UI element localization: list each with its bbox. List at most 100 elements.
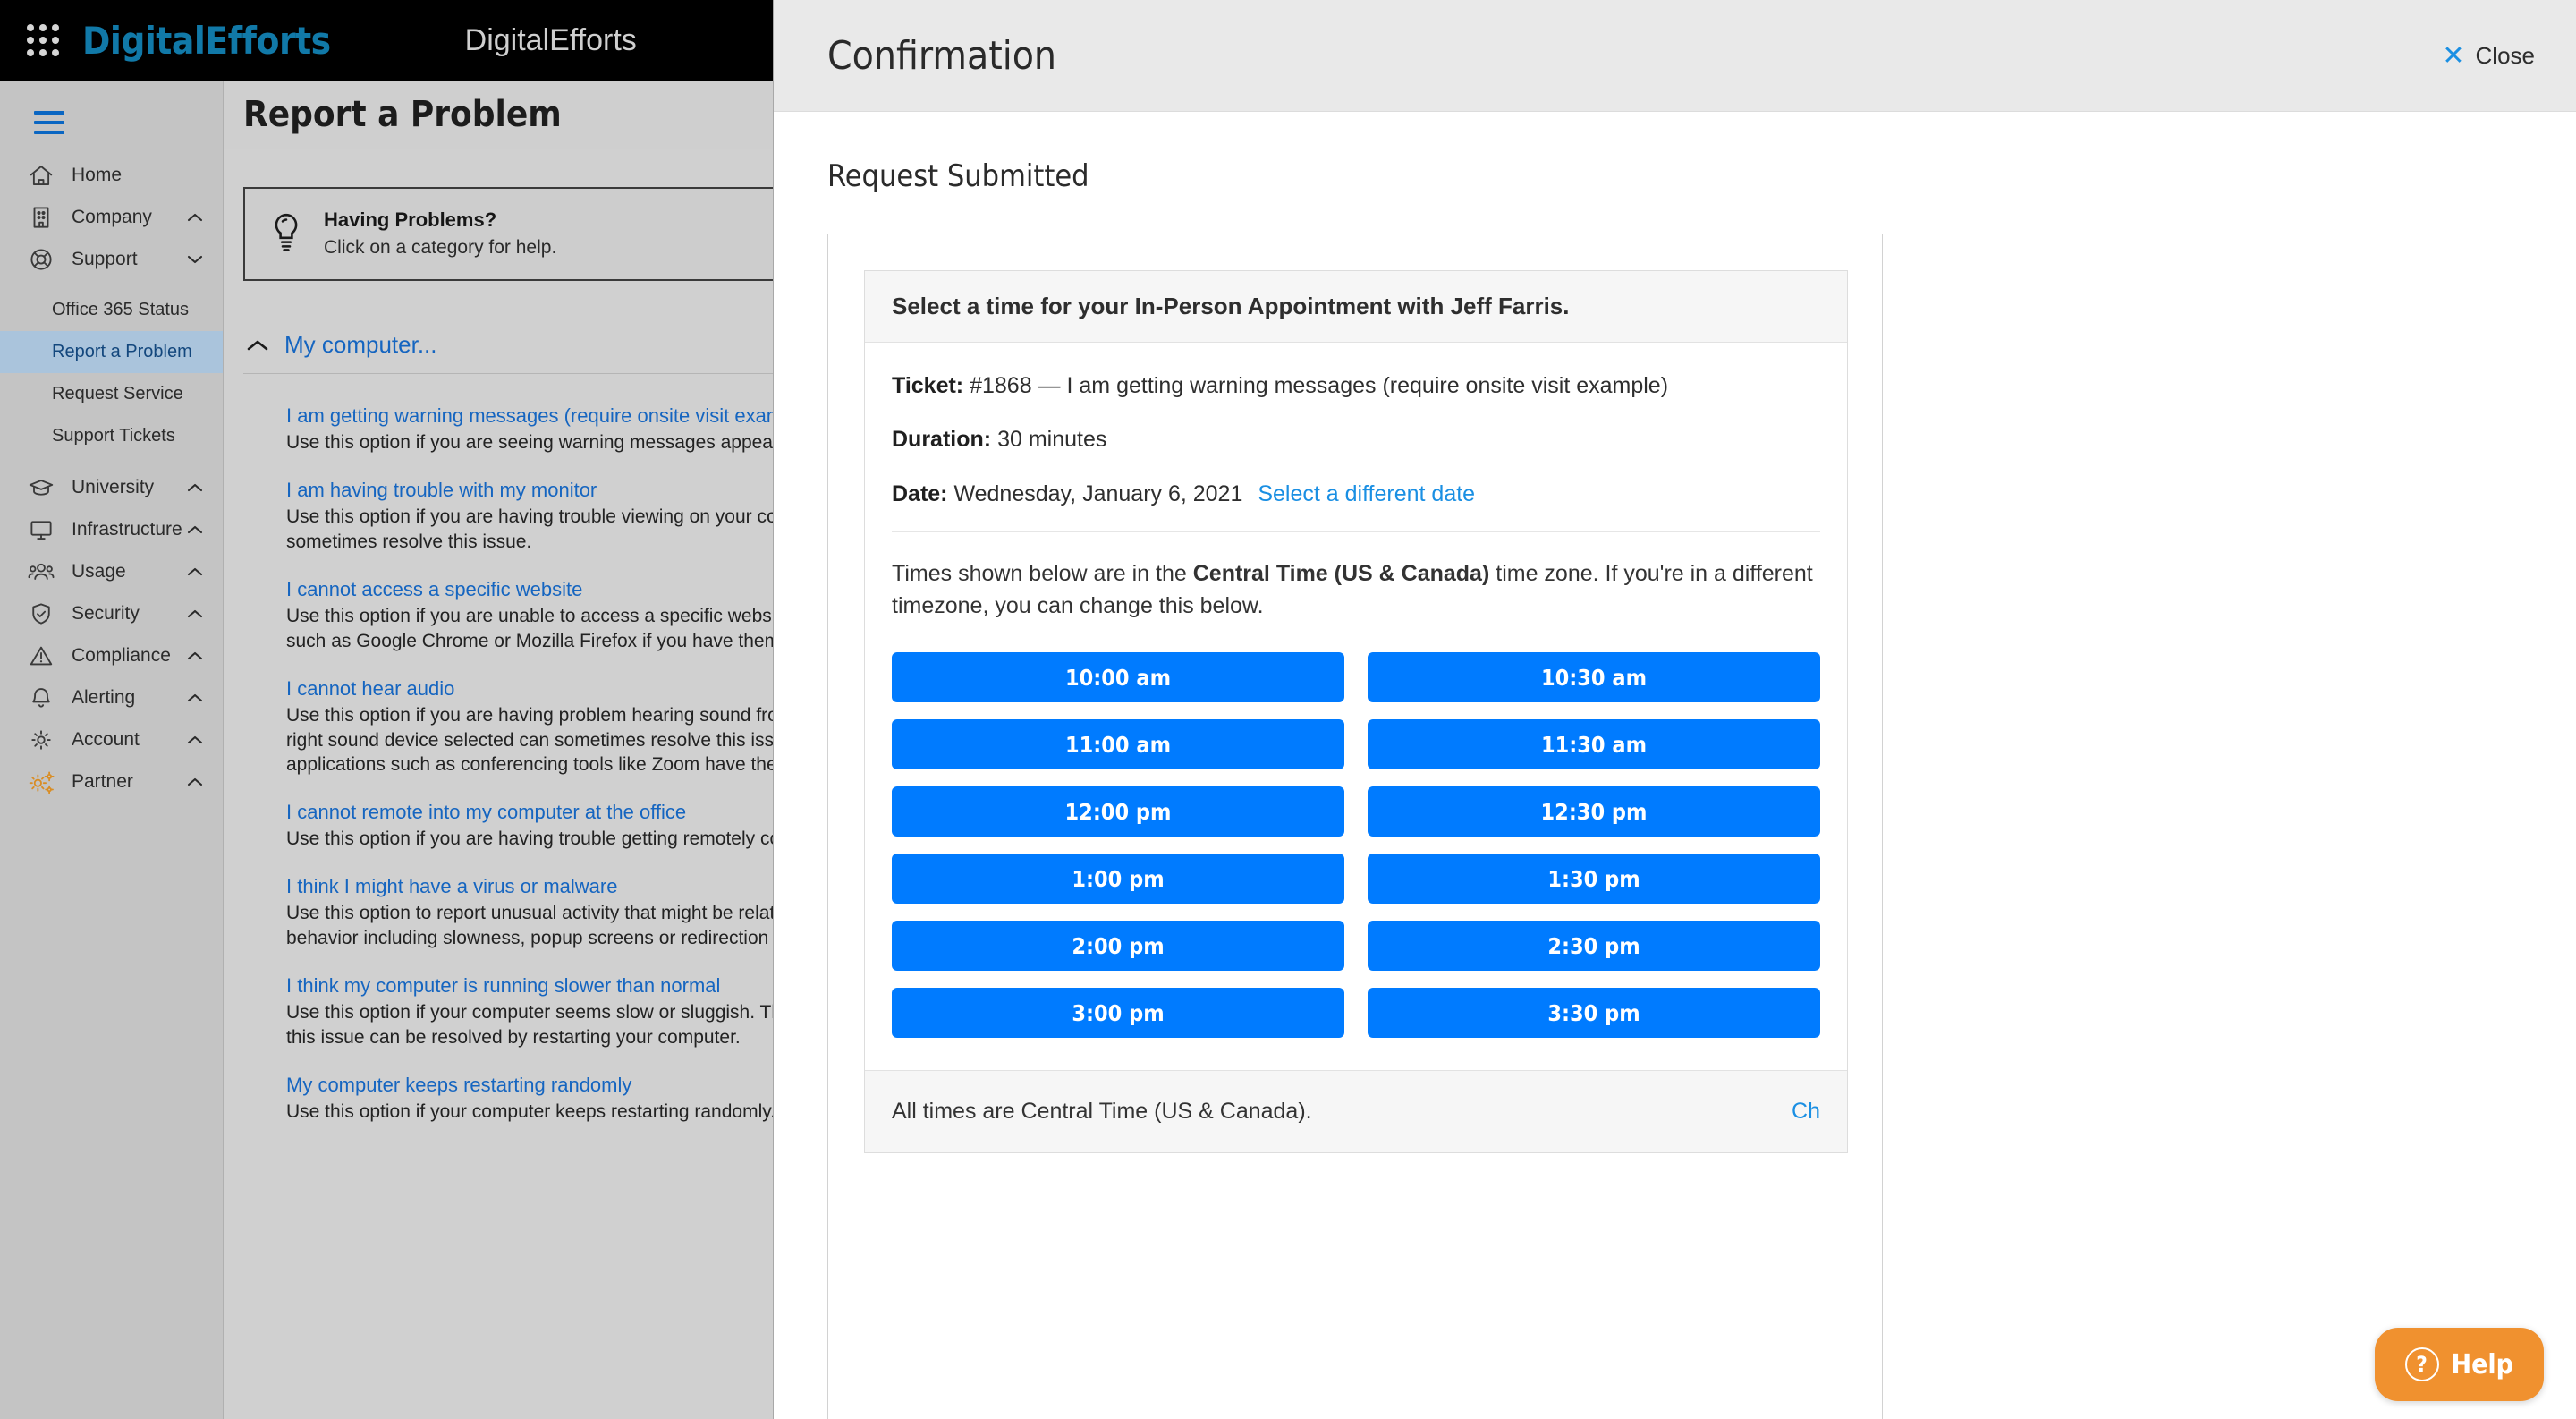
sidebar-item-label: Office 365 Status bbox=[52, 300, 190, 319]
timezone-name: Central Time (US & Canada) bbox=[1192, 560, 1490, 586]
callout-subtitle: Click on a category for help. bbox=[324, 237, 557, 258]
chevron-up-icon[interactable] bbox=[185, 730, 205, 750]
select-different-date-link[interactable]: Select a different date bbox=[1258, 481, 1475, 506]
sidebar-item-label: Account bbox=[72, 728, 140, 750]
chevron-up-icon[interactable] bbox=[185, 604, 205, 624]
panel-header: Confirmation ✕ Close bbox=[774, 0, 2576, 112]
sidebar-item-label: Alerting bbox=[72, 686, 136, 708]
sidebar-item-account[interactable]: Account bbox=[0, 718, 223, 760]
sidebar-item-alerting[interactable]: Alerting bbox=[0, 676, 223, 718]
footer-timezone-note: All times are Central Time (US & Canada)… bbox=[892, 1099, 1312, 1125]
app-grid-icon[interactable] bbox=[21, 19, 64, 62]
time-slot-button[interactable]: 1:30 pm bbox=[1368, 854, 1820, 905]
brand-logo[interactable]: DigitalEfforts bbox=[82, 19, 331, 63]
monitor-icon bbox=[20, 516, 63, 543]
sidebar-item-partner[interactable]: Partner bbox=[0, 760, 223, 803]
duration-label: Duration: bbox=[892, 427, 992, 453]
date-label: Date: bbox=[892, 480, 948, 506]
sidebar-item-report-a-problem[interactable]: Report a Problem bbox=[0, 331, 223, 373]
lightbulb-icon bbox=[268, 212, 304, 259]
time-slot-button[interactable]: 3:00 pm bbox=[892, 988, 1344, 1039]
close-icon: ✕ bbox=[2442, 40, 2465, 71]
chevron-up-icon[interactable] bbox=[185, 688, 205, 708]
sidebar-item-usage[interactable]: Usage bbox=[0, 550, 223, 592]
chevron-up-icon[interactable] bbox=[185, 562, 205, 582]
sidebar-item-label: Company bbox=[72, 206, 152, 227]
sidebar-item-request-service[interactable]: Request Service bbox=[0, 373, 223, 415]
time-slot-button[interactable]: 2:30 pm bbox=[1368, 921, 1820, 972]
timezone-note: Times shown below are in the Central Tim… bbox=[892, 557, 1820, 623]
app-title: DigitalEfforts bbox=[464, 22, 637, 57]
sidebar-item-support[interactable]: Support bbox=[0, 238, 223, 280]
sidebar-item-label: Support Tickets bbox=[52, 426, 175, 446]
sidebar-item-label: Request Service bbox=[52, 384, 183, 404]
sidebar-item-label: Home bbox=[72, 164, 123, 185]
sidebar-item-label: Security bbox=[72, 602, 140, 624]
time-slot-grid: 10:00 am 10:30 am 11:00 am 11:30 am 12:00 pm… bbox=[892, 652, 1820, 1070]
sidebar-item-label: Compliance bbox=[72, 644, 171, 666]
sidebar-item-home[interactable]: Home bbox=[0, 154, 223, 196]
hamburger-icon[interactable] bbox=[34, 111, 64, 134]
divider bbox=[892, 531, 1820, 532]
time-slot-button[interactable]: 1:00 pm bbox=[892, 854, 1344, 905]
sidebar-item-label: University bbox=[72, 476, 155, 497]
change-timezone-link[interactable]: Ch bbox=[1792, 1099, 1820, 1125]
time-slot-button[interactable]: 10:00 am bbox=[892, 652, 1344, 703]
shield-check-icon bbox=[20, 600, 63, 627]
date-row: Date: Wednesday, January 6, 2021 Select … bbox=[892, 478, 1820, 510]
lifebuoy-icon bbox=[20, 246, 63, 273]
chevron-up-icon[interactable] bbox=[185, 772, 205, 792]
help-widget-button[interactable]: ? Help bbox=[2374, 1328, 2544, 1401]
sidebar-item-label: Infrastructure bbox=[72, 518, 182, 540]
sidebar-item-compliance[interactable]: Compliance bbox=[0, 634, 223, 676]
close-label: Close bbox=[2475, 41, 2535, 69]
time-slot-button[interactable]: 11:00 am bbox=[892, 719, 1344, 770]
date-value: Wednesday, January 6, 2021 bbox=[953, 480, 1243, 506]
sidebar-item-label: Usage bbox=[72, 560, 126, 582]
callout-title: Having Problems? bbox=[324, 208, 497, 231]
close-button[interactable]: ✕ Close bbox=[2442, 40, 2535, 72]
time-slot-button[interactable]: 11:30 am bbox=[1368, 719, 1820, 770]
gears-orange-icon bbox=[20, 769, 63, 795]
category-title: My computer... bbox=[284, 331, 437, 358]
help-widget-label: Help bbox=[2451, 1348, 2513, 1381]
building-icon bbox=[20, 204, 63, 231]
graduation-cap-icon bbox=[20, 474, 63, 501]
time-slot-button[interactable]: 3:30 pm bbox=[1368, 988, 1820, 1039]
sidebar-item-company[interactable]: Company bbox=[0, 196, 223, 238]
sidebar-item-label: Report a Problem bbox=[52, 342, 192, 361]
sidebar-item-label: Partner bbox=[72, 770, 133, 792]
sidebar-item-label: Support bbox=[72, 248, 138, 269]
chevron-up-icon[interactable] bbox=[185, 646, 205, 666]
home-icon bbox=[20, 162, 63, 189]
time-slot-button[interactable]: 10:30 am bbox=[1368, 652, 1820, 703]
chevron-up-icon[interactable] bbox=[185, 478, 205, 497]
panel-title: Confirmation bbox=[827, 32, 1057, 79]
sidebar-item-security[interactable]: Security bbox=[0, 592, 223, 634]
confirmation-panel: Confirmation ✕ Close Request Submitted S… bbox=[773, 0, 2576, 1419]
sidebar: Home Company Support Office 365 Status Repor… bbox=[0, 81, 224, 1419]
appointment-card: Select a time for your In-Person Appoint… bbox=[864, 270, 1848, 1154]
appointment-container: Select a time for your In-Person Appoint… bbox=[827, 234, 1883, 1419]
sidebar-item-infrastructure[interactable]: Infrastructure bbox=[0, 508, 223, 550]
time-slot-button[interactable]: 2:00 pm bbox=[892, 921, 1344, 972]
sidebar-nav: Home Company Support Office 365 Status Repor… bbox=[0, 154, 223, 803]
timezone-note-part1: Times shown below are in the bbox=[892, 560, 1193, 586]
request-submitted-label: Request Submitted bbox=[827, 158, 1089, 194]
chevron-up-icon[interactable] bbox=[185, 520, 205, 540]
time-slot-button[interactable]: 12:00 pm bbox=[892, 786, 1344, 837]
bell-icon bbox=[20, 684, 63, 711]
ticket-row: Ticket: #1868 — I am getting warning mes… bbox=[892, 370, 1820, 402]
sidebar-item-university[interactable]: University bbox=[0, 466, 223, 508]
chevron-up-icon bbox=[243, 338, 272, 353]
people-icon bbox=[20, 558, 63, 585]
sidebar-item-support-tickets[interactable]: Support Tickets bbox=[0, 415, 223, 457]
time-slot-button[interactable]: 12:30 pm bbox=[1368, 786, 1820, 837]
ticket-value: #1868 — I am getting warning messages (r… bbox=[970, 373, 1669, 398]
sidebar-item-office-365-status[interactable]: Office 365 Status bbox=[0, 289, 223, 331]
chevron-up-icon[interactable] bbox=[185, 208, 205, 227]
chevron-down-icon[interactable] bbox=[185, 250, 205, 269]
duration-value: 30 minutes bbox=[997, 427, 1107, 453]
appointment-heading: Select a time for your In-Person Appoint… bbox=[865, 271, 1847, 343]
